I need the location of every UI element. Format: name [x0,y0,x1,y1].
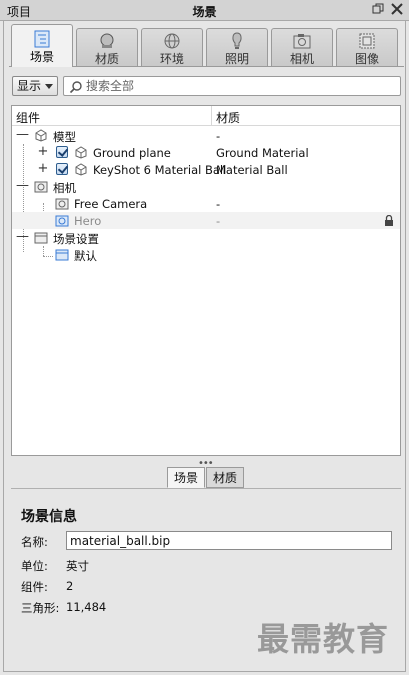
tree-row-material: - [216,197,221,211]
tab-lighting[interactable]: 照明 [206,28,268,66]
window-title: 场景 [192,5,217,19]
model-icon [75,146,87,159]
material-ball-icon [100,33,114,48]
tree-row-material-ball[interactable]: + KeyShot 6 Material Ball Material Ball [12,161,400,178]
tab-label: 图像 [354,52,379,66]
triangles-value: 11,484 [66,600,107,614]
search-icon [69,81,82,94]
tab-label: 环境 [159,52,184,66]
scene-info-title: 场景信息 [21,509,77,525]
tree-row-label: Free Camera [74,197,148,211]
chevron-down-icon [45,84,53,89]
title-bar: 项目 场景 [0,0,409,21]
models-icon [35,129,47,142]
tree-row-label: 默认 [74,249,97,263]
display-dropdown[interactable]: 显示 [12,76,58,96]
tab-label: 照明 [224,52,249,66]
tab-label: 材质 [94,52,119,66]
tab-label: 场景 [29,50,54,64]
name-label: 名称: [21,535,48,549]
close-icon[interactable] [390,3,404,17]
tab-label: 相机 [289,52,314,66]
units-value: 英寸 [66,559,89,573]
collapse-toggle[interactable]: — [16,230,29,244]
scene-tree-icon [34,30,50,48]
collapse-toggle[interactable]: — [16,179,29,193]
components-label: 组件: [21,580,48,594]
camera-icon [55,215,69,227]
scene-settings-icon [34,232,48,244]
tab-image[interactable]: 图像 [336,28,398,66]
scene-name-input[interactable] [66,531,392,550]
column-separator[interactable] [211,106,212,126]
tree-row-label: Hero [74,214,102,228]
visibility-checkbox[interactable] [56,146,68,158]
tree-row-label: Ground plane [93,146,171,160]
tree-row-material: - [216,129,221,143]
tree-row-material: - [216,214,221,228]
expand-toggle[interactable]: + [37,162,49,176]
camera-icon [34,181,48,193]
bottom-tab-scene[interactable]: 场景 [167,467,206,488]
bulb-icon [232,32,242,49]
restore-icon[interactable] [371,3,385,17]
environment-icon [55,249,69,261]
camera-icon [293,34,311,49]
tab-environment[interactable]: 环境 [141,28,203,66]
tab-camera[interactable]: 相机 [271,28,333,66]
column-header-component[interactable]: 组件 [16,109,40,126]
bottom-tab-divider [11,488,401,489]
tree-row-default[interactable]: 默认 [12,246,400,263]
bottom-tab-material[interactable]: 材质 [206,467,245,488]
main-tabs: 场景 材质 环境 照明 相机 图像 [9,24,404,67]
tab-scene[interactable]: 场景 [11,24,73,67]
expand-toggle[interactable]: + [37,145,49,159]
components-value: 2 [66,579,74,593]
tab-material[interactable]: 材质 [76,28,138,66]
collapse-toggle[interactable]: — [16,128,29,142]
tree-header: 组件 材质 [12,106,400,126]
camera-icon [55,198,69,210]
search-field[interactable] [63,76,401,96]
image-icon [359,33,375,49]
search-input[interactable] [86,78,396,94]
tree-row-label: KeyShot 6 Material Ball [93,163,227,177]
tree-row-ground-plane[interactable]: + Ground plane Ground Material [12,144,400,161]
display-label: 显示 [17,79,42,93]
model-icon [75,163,87,176]
tree-row-material: Ground Material [216,146,309,160]
tree-row-label: 场景设置 [53,232,99,246]
globe-icon [164,33,180,49]
tree-row-label: 模型 [53,130,76,144]
lock-icon[interactable] [384,215,394,226]
watermark: 最需教育 [257,620,390,658]
triangles-label: 三角形: [21,601,60,615]
visibility-checkbox[interactable] [56,163,68,175]
tree-row-scene-settings[interactable]: — 场景设置 [12,229,400,247]
tree-row-cameras[interactable]: — 相机 [12,178,400,196]
tree-row-material: Material Ball [216,163,288,177]
tree-row-models[interactable]: — 模型 - [12,127,400,145]
tree-row-label: 相机 [53,181,76,195]
tree-row-hero-camera[interactable]: Hero - [12,212,400,229]
tree-row-free-camera[interactable]: Free Camera - [12,195,400,212]
column-header-material[interactable]: 材质 [216,109,240,126]
scene-tree: 组件 材质 — 模型 - + Ground plane Ground Mater… [11,105,401,456]
units-label: 单位: [21,559,48,573]
